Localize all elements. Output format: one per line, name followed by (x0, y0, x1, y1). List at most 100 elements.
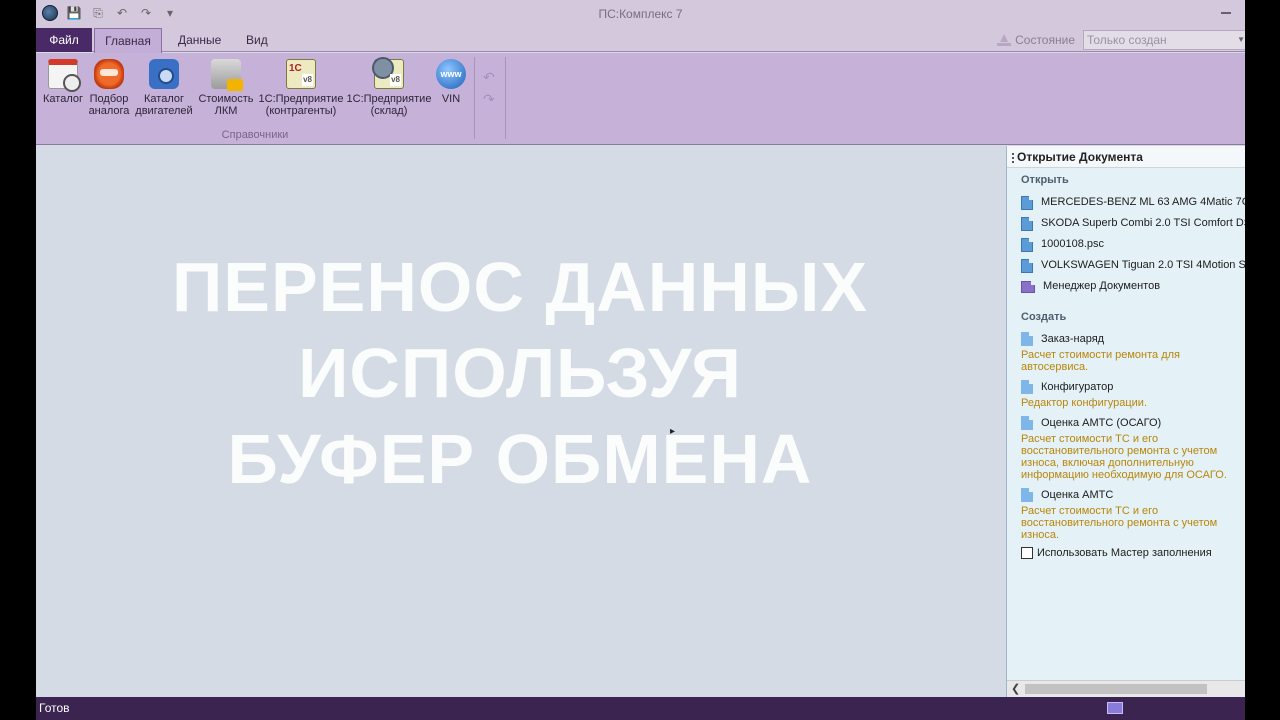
ribbon-vin-button[interactable]: VIN (434, 59, 468, 105)
recent-document-label: MERCEDES-BENZ ML 63 AMG 4Matic 7G (1041, 196, 1245, 208)
ribbon-catalog-button[interactable]: Каталог (42, 59, 84, 105)
overlay-line-1: ПЕРЕНОС ДАННЫХ (171, 248, 869, 326)
create-work-order-label: Заказ-наряд (1041, 333, 1105, 345)
state-select-value: Только создан (1087, 33, 1167, 47)
create-amts-link[interactable]: Оценка АМТС (1021, 485, 1245, 505)
create-amts-osago-link[interactable]: Оценка АМТС (ОСАГО) (1021, 413, 1245, 433)
document-icon (1021, 216, 1033, 231)
recent-document-label: SKODA Superb Combi 2.0 TSI Comfort DS (1041, 217, 1245, 229)
paint-cost-icon (211, 59, 243, 91)
ribbon-1c-warehouse-button[interactable]: 1С:Предприятие (склад) (346, 57, 432, 117)
ribbon-panel: Каталог Подбор аналога Каталог двигателе… (36, 53, 1245, 145)
overlay-line-2: ИСПОЛЬЗУЯ (298, 334, 742, 412)
recent-document[interactable]: SKODA Superb Combi 2.0 TSI Comfort DS (1007, 213, 1245, 234)
undo-icon: ↶ (483, 69, 495, 85)
new-document-icon (1021, 416, 1033, 430)
document-icon (1021, 237, 1033, 252)
ribbon-separator (474, 57, 475, 139)
ribbon-1c-contractors-label: 1С:Предприятие (контрагенты) (258, 93, 344, 117)
create-amts-label: Оценка АМТС (1041, 489, 1114, 501)
document-icon (1021, 258, 1033, 273)
recent-document[interactable]: 1000108.psc (1007, 234, 1245, 255)
create-configurator-link[interactable]: Конфигуратор (1021, 377, 1245, 397)
recent-document-label: VOLKSWAGEN Tiguan 2.0 TSI 4Motion Sp (1041, 259, 1245, 271)
chevron-down-icon: ▼ (1237, 35, 1245, 44)
create-section-title: Создать (1021, 311, 1067, 323)
calendar-clock-icon (48, 59, 81, 92)
wizard-checkbox[interactable] (1021, 547, 1033, 559)
create-work-order-desc: Расчет стоимости ремонта для автосервиса… (1021, 349, 1181, 373)
overlay-caption: ПЕРЕНОС ДАННЫХ ИСПОЛЬЗУЯ БУФЕР ОБМЕНА (36, 244, 1004, 502)
create-amts-desc: Расчет стоимости ТС и его восстановитель… (1021, 505, 1218, 541)
tab-home[interactable]: Главная (94, 28, 162, 53)
document-manager-label: Менеджер Документов (1043, 280, 1161, 292)
ribbon-engines-button[interactable]: Каталог двигателей (134, 59, 194, 117)
ribbon-separator (505, 57, 506, 139)
create-amts-osago-desc: Расчет стоимости ТС и его восстановитель… (1021, 433, 1227, 481)
create-work-order: Заказ-наряд Расчет стоимости ремонта для… (1007, 329, 1245, 373)
ribbon-analog-label: Подбор аналога (88, 93, 130, 117)
create-configurator-desc: Редактор конфигурации. (1021, 397, 1148, 409)
panel-title: Открытие Документа (1017, 150, 1143, 164)
recent-document[interactable]: VOLKSWAGEN Tiguan 2.0 TSI 4Motion Sp (1007, 255, 1245, 276)
tab-data[interactable]: Данные (166, 28, 233, 52)
panel-header: Открытие Документа (1007, 146, 1245, 168)
ribbon-tabs: Файл Главная Данные Вид Состояние Только… (36, 28, 1245, 53)
ribbon-redo-button[interactable]: ↷ (483, 91, 495, 108)
status-bar: Готов (36, 697, 1245, 720)
mouse-cursor-icon: ▸ (670, 426, 676, 437)
minimize-button[interactable] (1221, 12, 1231, 14)
ribbon-1c-contractors-button[interactable]: 1С:Предприятие (контрагенты) (258, 59, 344, 117)
ribbon-1c-warehouse-label: 1С:Предприятие (склад) (346, 93, 432, 117)
ribbon-engines-label: Каталог двигателей (135, 93, 193, 117)
left-letterbox (0, 0, 36, 720)
create-amts-osago-label: Оценка АМТС (ОСАГО) (1041, 417, 1162, 429)
ribbon-undo-button[interactable]: ↶ (483, 69, 495, 86)
state-select[interactable]: Только создан ▼ (1083, 30, 1245, 50)
create-work-order-link[interactable]: Заказ-наряд (1021, 329, 1245, 349)
document-icon (1021, 195, 1033, 210)
document-manager-link[interactable]: Менеджер Документов (1007, 276, 1245, 297)
state-upload-icon (997, 34, 1012, 46)
scrollbar-thumb[interactable] (1025, 684, 1207, 694)
overlay-line-3: БУФЕР ОБМЕНА (227, 420, 813, 498)
new-document-icon (1021, 332, 1033, 346)
recent-document-label: 1000108.psc (1041, 238, 1104, 250)
status-text: Готов (39, 701, 70, 715)
engine-icon (149, 59, 179, 89)
tab-file[interactable]: Файл (36, 28, 92, 52)
open-section-title: Открыть (1021, 174, 1069, 186)
create-configurator-label: Конфигуратор (1041, 381, 1114, 393)
status-indicator-icon[interactable] (1107, 702, 1123, 714)
app-window: 💾 ⎘ ↶ ↷ ▾ ПС:Комплекс 7 Файл Главная Дан… (36, 0, 1245, 720)
workspace-area: ПЕРЕНОС ДАННЫХ ИСПОЛЬЗУЯ БУФЕР ОБМЕНА (36, 146, 1004, 697)
state-label: Состояние (1015, 33, 1075, 47)
tab-view[interactable]: Вид (234, 28, 280, 52)
create-configurator: Конфигуратор Редактор конфигурации. (1007, 377, 1245, 409)
wizard-checkbox-label: Использовать Мастер заполнения (1037, 547, 1212, 559)
right-letterbox (1245, 0, 1280, 720)
new-document-icon (1021, 488, 1033, 502)
horizontal-scrollbar[interactable]: ❮ (1007, 680, 1245, 697)
car-icon (94, 59, 124, 89)
redo-icon: ↷ (483, 91, 495, 107)
ribbon-catalog-label: Каталог (43, 93, 83, 105)
title-bar: 💾 ⎘ ↶ ↷ ▾ ПС:Комплекс 7 (36, 0, 1245, 28)
create-amts: Оценка АМТС Расчет стоимости ТС и его во… (1007, 485, 1245, 541)
1c-gear-icon (372, 57, 404, 89)
ribbon-group-label: Справочники (221, 129, 289, 141)
ribbon-paint-label: Стоимость ЛКМ (198, 93, 254, 117)
recent-document[interactable]: MERCEDES-BENZ ML 63 AMG 4Matic 7G (1007, 192, 1245, 213)
window-title: ПС:Комплекс 7 (598, 7, 683, 21)
create-amts-osago: Оценка АМТС (ОСАГО) Расчет стоимости ТС … (1007, 413, 1245, 481)
document-manager-icon (1021, 280, 1035, 293)
wizard-checkbox-row[interactable]: Использовать Мастер заполнения (1007, 547, 1245, 559)
ribbon-paint-button[interactable]: Стоимость ЛКМ (196, 59, 256, 117)
ribbon-vin-label: VIN (441, 93, 461, 105)
1c-icon (286, 59, 316, 89)
chevron-left-icon[interactable]: ❮ (1011, 682, 1020, 695)
www-globe-icon (436, 59, 466, 89)
open-document-panel: Открытие Документа Открыть MERCEDES-BENZ… (1006, 146, 1245, 697)
ribbon-analog-button[interactable]: Подбор аналога (88, 59, 130, 117)
grip-icon[interactable] (1012, 152, 1014, 163)
